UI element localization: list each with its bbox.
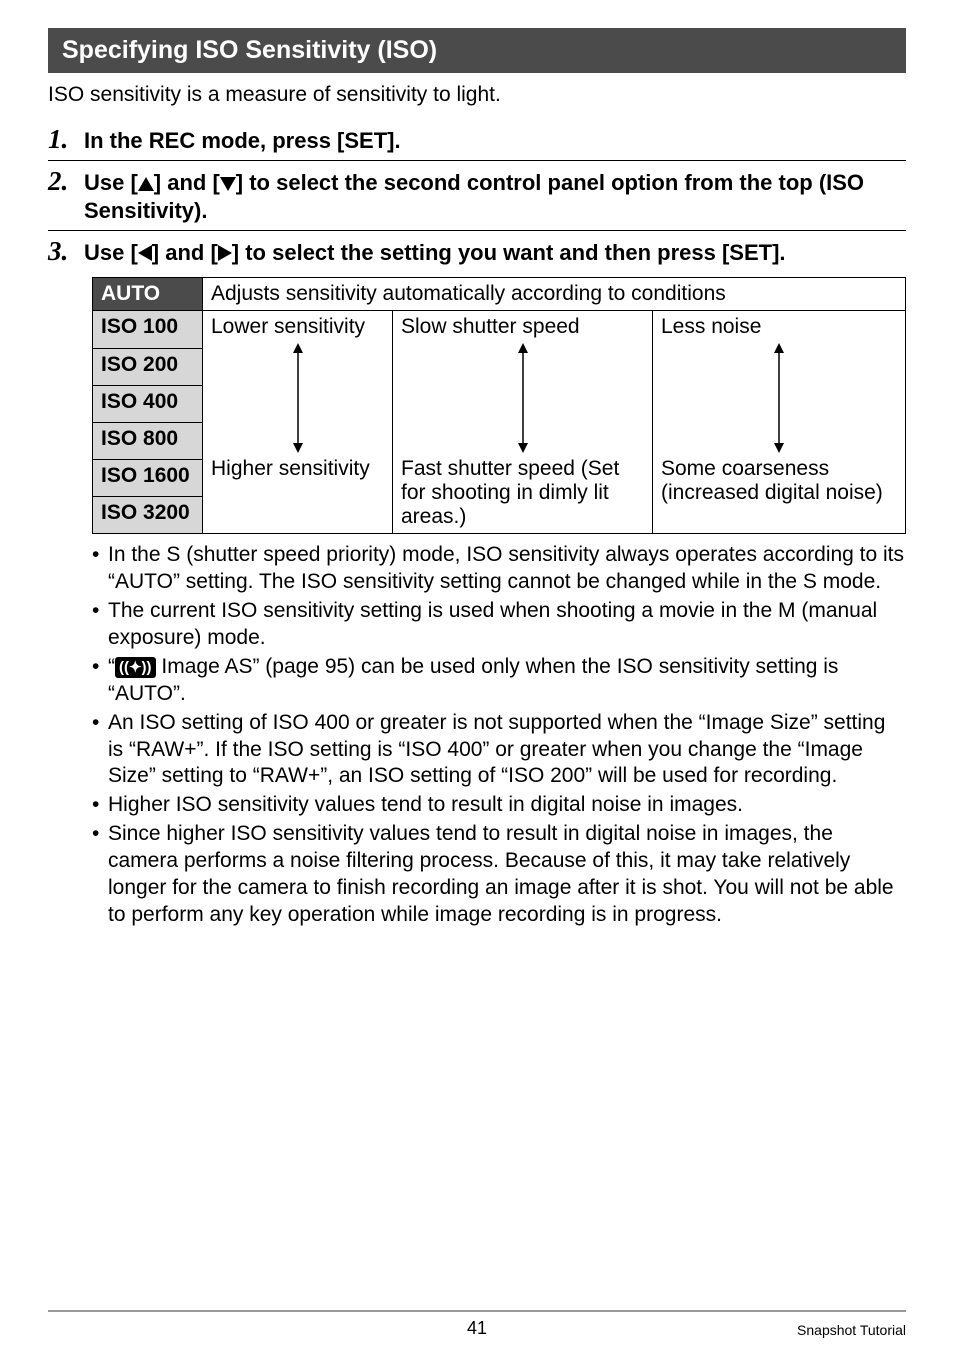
step-number: 1. [48,125,84,155]
step-text: In the REC mode, press [SET]. [84,125,401,156]
cell-iso200: ISO 200 [93,348,203,385]
note-item: Since higher ISO sensitivity values tend… [92,821,906,929]
cell-iso3200: ISO 3200 [93,497,203,534]
triangle-right-icon [218,245,232,261]
cell-iso1600: ISO 1600 [93,460,203,497]
step-1: 1. In the REC mode, press [SET]. [48,125,906,156]
vertical-arrow-icon [769,343,789,453]
footer-section-label: Snapshot Tutorial [797,1322,906,1338]
page-footer: 41 Snapshot Tutorial [48,1310,906,1339]
intro-text: ISO sensitivity is a measure of sensitiv… [48,83,906,107]
step-text: Use [ ] and [ ] to select the setting you … [84,237,786,268]
iso-table: AUTO Adjusts sensitivity automatically a… [92,277,906,534]
cell-shutter-range: Slow shutter speed Fast shutter speed (S… [393,311,653,534]
cell-iso800: ISO 800 [93,422,203,459]
triangle-down-icon [220,177,236,191]
text-fragment: ] and [ [152,240,218,265]
note-item: Higher ISO sensitivity values tend to re… [92,792,906,819]
cell-iso100: ISO 100 [93,311,203,348]
text-less-noise: Less noise [661,315,761,338]
notes-list: In the S (shutter speed priority) mode, … [92,542,906,928]
cell-sensitivity-range: Lower sensitivity Higher sensitivity [203,311,393,534]
anti-shake-icon: ((✦)) [115,657,156,678]
step-2: 2. Use [] and [] to select the second co… [48,160,906,226]
step-number: 3. [48,237,84,267]
note-item: “((✦)) Image AS” (page 95) can be used o… [92,654,906,708]
triangle-up-icon [138,177,154,191]
text-some-coarseness: Some coarseness (increased digital noise… [661,457,883,504]
triangle-left-icon [138,245,152,261]
cell-auto-desc: Adjusts sensitivity automatically accord… [203,278,906,311]
step-number: 2. [48,167,84,197]
text-slow-shutter: Slow shutter speed [401,315,580,338]
text-lower-sensitivity: Lower sensitivity [211,315,365,338]
step-text: Use [] and [] to select the second contr… [84,167,906,226]
text-fragment: Use [ [84,170,138,195]
text-higher-sensitivity: Higher sensitivity [211,457,370,480]
cell-iso400: ISO 400 [93,385,203,422]
text-fast-shutter: Fast shutter speed (Set for shooting in … [401,457,619,528]
note-item: In the S (shutter speed priority) mode, … [92,542,906,596]
vertical-arrow-icon [513,343,533,453]
cell-noise-range: Less noise Some coarseness (increased di… [653,311,906,534]
text-fragment: ] and [ [154,170,220,195]
text-fragment: ] to select the setting you want and the… [232,240,786,265]
text-fragment: “ [108,655,115,678]
text-fragment: Image AS” (page 95) can be used only whe… [108,655,838,705]
note-item: The current ISO sensitivity setting is u… [92,598,906,652]
section-header: Specifying ISO Sensitivity (ISO) [48,28,906,73]
page-number: 41 [48,1316,906,1339]
cell-auto-label: AUTO [93,278,203,311]
vertical-arrow-icon [288,343,308,453]
step-3: 3. Use [ ] and [ ] to select the setting y… [48,230,906,268]
text-fragment: Use [ [84,240,138,265]
note-item: An ISO setting of ISO 400 or greater is … [92,710,906,791]
